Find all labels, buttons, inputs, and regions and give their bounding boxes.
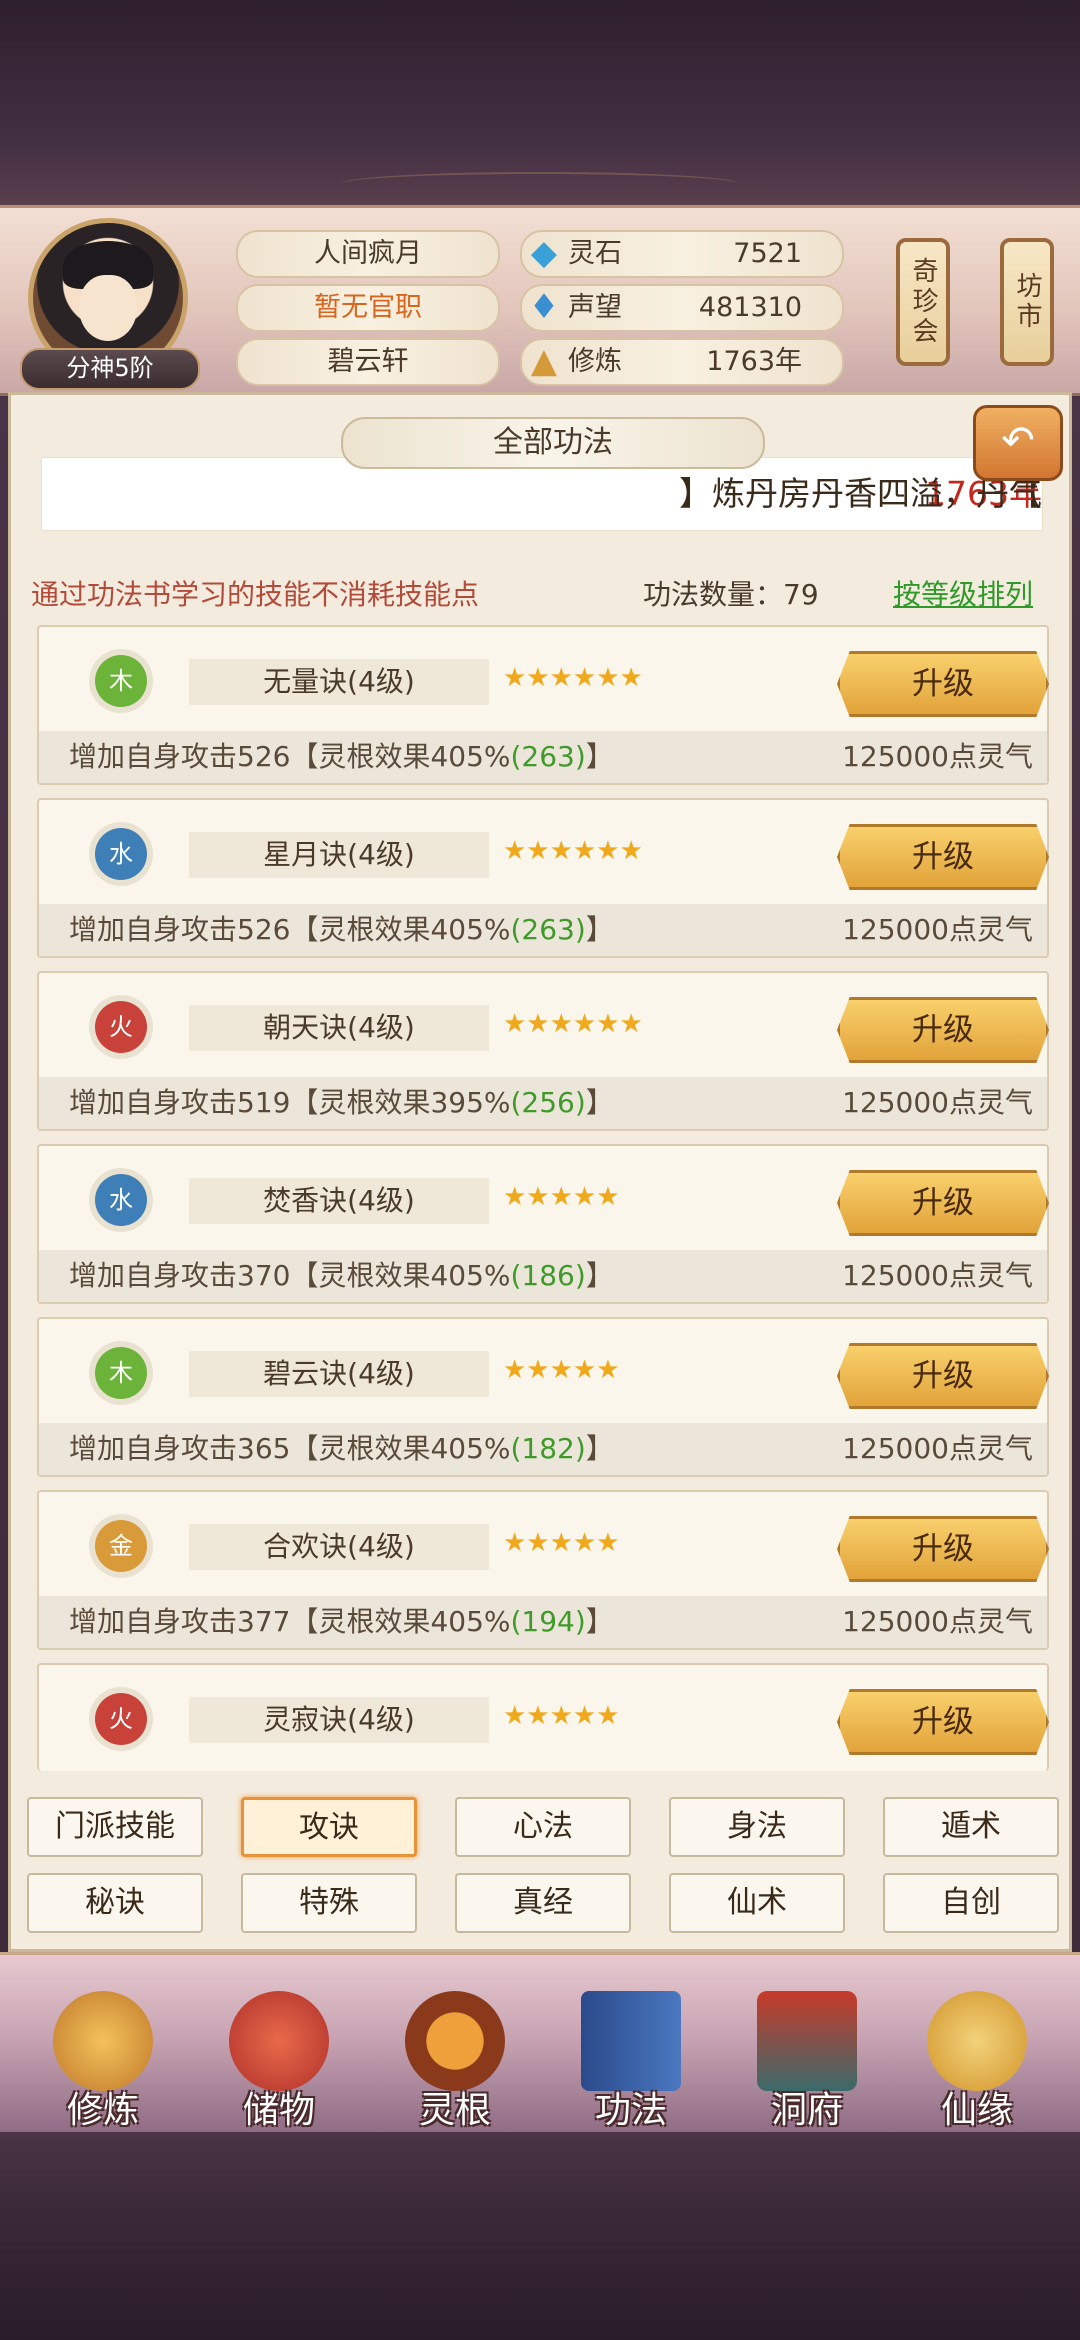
nav-fortune[interactable]: 仙缘 [892,1955,1062,2135]
skill-note: 通过功法书学习的技能不消耗技能点 [31,578,480,611]
nav-cultivate[interactable]: 修炼 [18,1955,188,2135]
meditation-icon [53,1991,153,2091]
stat-cultivation: ▲ 修炼 1763年 [520,338,844,386]
tab-sect-skills[interactable]: 门派技能 [27,1797,203,1857]
realm-badge: 分神5阶 [20,348,200,390]
nav-cave[interactable]: 洞府 [722,1955,892,2135]
upgrade-button[interactable]: 升级 [837,1170,1049,1236]
wood-element-icon: 木 [95,1347,147,1399]
water-element-icon: 水 [95,828,147,880]
skill-card: 木 碧云诀(4级) ★★★★★ 升级 增加自身攻击365【灵根效果405%(18… [37,1317,1049,1477]
tab-scripture[interactable]: 真经 [455,1873,631,1933]
stat-spirit-stone: ◆ 灵石 7521 [520,230,844,278]
prestige-icon: ♦ [528,287,560,327]
skill-card: 金 合欢诀(4级) ★★★★★ 升级 增加自身攻击377【灵根效果405%(19… [37,1490,1049,1650]
skill-book-icon [581,1991,681,2091]
skill-effect: 增加自身攻击519【灵根效果395%(256)】 [69,1086,614,1119]
skill-effect: 增加自身攻击377【灵根效果405%(194)】 [69,1605,614,1638]
metal-element-icon: 金 [95,1520,147,1572]
nav-storage[interactable]: 储物 [194,1955,364,2135]
skill-effect: 增加自身攻击526【灵根效果405%(263)】 [69,740,614,773]
star-rating: ★★★★★ [503,1528,620,1558]
skill-count: 功法数量：79 [643,578,819,611]
player-header: 分神5阶 人间疯月 暂无官职 碧云轩 ◆ 灵石 7521 ♦ 声望 481310… [0,205,1080,396]
skill-name: 朝天诀(4级) [189,1005,489,1051]
tab-mind-method[interactable]: 心法 [455,1797,631,1857]
skill-name: 合欢诀(4级) [189,1524,489,1570]
skill-card: 火 朝天诀(4级) ★★★★★★ 升级 增加自身攻击519【灵根效果395%(2… [37,971,1049,1131]
skill-name: 无量诀(4级) [189,659,489,705]
fortune-gourd-icon [927,1991,1027,2091]
tab-secret[interactable]: 秘诀 [27,1873,203,1933]
nav-spirit-root[interactable]: 灵根 [370,1955,540,2135]
upgrade-button[interactable]: 升级 [837,1343,1049,1409]
sort-by-level-link[interactable]: 按等级排列 [893,573,1033,613]
upgrade-cost: 125000点灵气 [842,1432,1033,1465]
star-rating: ★★★★★ [503,1701,620,1731]
tab-self-created[interactable]: 自创 [883,1873,1059,1933]
skill-card: 水 焚香诀(4级) ★★★★★ 升级 增加自身攻击370【灵根效果405%(18… [37,1144,1049,1304]
top-band [0,0,1080,205]
back-button[interactable]: ↶ [973,405,1063,481]
tab-escape[interactable]: 遁术 [883,1797,1059,1857]
upgrade-cost: 125000点灵气 [842,913,1033,946]
nav-skills[interactable]: 功法 [546,1955,716,2135]
cultivation-icon: ▲ [530,341,558,381]
upgrade-cost: 125000点灵气 [842,740,1033,773]
official-rank: 暂无官职 [236,284,500,332]
tab-special[interactable]: 特殊 [241,1873,417,1933]
water-element-icon: 水 [95,1174,147,1226]
skill-effect: 增加自身攻击365【灵根效果405%(182)】 [69,1432,614,1465]
skills-panel: 【1763年 】炼丹房丹香四溢，丹气 全部功法 ↶ 通过功法书学习的技能不消耗技能… [8,392,1072,1952]
star-rating: ★★★★★★ [503,836,643,866]
upgrade-button[interactable]: 升级 [837,997,1049,1063]
upgrade-button[interactable]: 升级 [837,1516,1049,1582]
fire-element-icon: 火 [95,1693,147,1745]
spirit-root-icon [405,1991,505,2091]
player-name: 人间疯月 [236,230,500,278]
cave-residence-icon [757,1991,857,2091]
upgrade-cost: 125000点灵气 [842,1086,1033,1119]
upgrade-button[interactable]: 升级 [837,651,1049,717]
skill-effect: 增加自身攻击526【灵根效果405%(263)】 [69,913,614,946]
skill-card: 水 星月诀(4级) ★★★★★★ 升级 增加自身攻击526【灵根效果405%(2… [37,798,1049,958]
upgrade-button[interactable]: 升级 [837,824,1049,890]
star-rating: ★★★★★★ [503,663,643,693]
back-arrow-icon: ↶ [1001,418,1035,464]
bottom-band [0,2132,1080,2340]
star-rating: ★★★★★ [503,1182,620,1212]
stat-prestige: ♦ 声望 481310 [520,284,844,332]
star-rating: ★★★★★★ [503,1009,643,1039]
skill-name: 星月诀(4级) [189,832,489,878]
tab-attack[interactable]: 攻诀 [241,1797,417,1857]
upgrade-button[interactable]: 升级 [837,1689,1049,1755]
top-ornament [340,172,740,196]
wood-element-icon: 木 [95,655,147,707]
market-button[interactable]: 坊市 [1000,238,1054,366]
skill-card: 木 无量诀(4级) ★★★★★★ 升级 增加自身攻击526【灵根效果405%(2… [37,625,1049,785]
sect-name: 碧云轩 [236,338,500,386]
skill-name: 焚香诀(4级) [189,1178,489,1224]
skill-card: 火 灵寂诀(4级) ★★★★★ 升级 [37,1663,1049,1771]
avatar-face [79,275,137,341]
tab-movement[interactable]: 身法 [669,1797,845,1857]
star-rating: ★★★★★ [503,1355,620,1385]
skill-name: 碧云诀(4级) [189,1351,489,1397]
skill-effect: 增加自身攻击370【灵根效果405%(186)】 [69,1259,614,1292]
upgrade-cost: 125000点灵气 [842,1605,1033,1638]
storage-bag-icon [229,1991,329,2091]
spirit-stone-icon: ◆ [530,233,558,273]
skill-name: 灵寂诀(4级) [189,1697,489,1743]
fire-element-icon: 火 [95,1001,147,1053]
tab-immortal-arts[interactable]: 仙术 [669,1873,845,1933]
bottom-nav: 修炼 储物 灵根 功法 洞府 仙缘 [0,1952,1080,2135]
panel-title: 全部功法 [341,417,765,469]
upgrade-cost: 125000点灵气 [842,1259,1033,1292]
treasure-auction-button[interactable]: 奇珍会 [896,238,950,366]
